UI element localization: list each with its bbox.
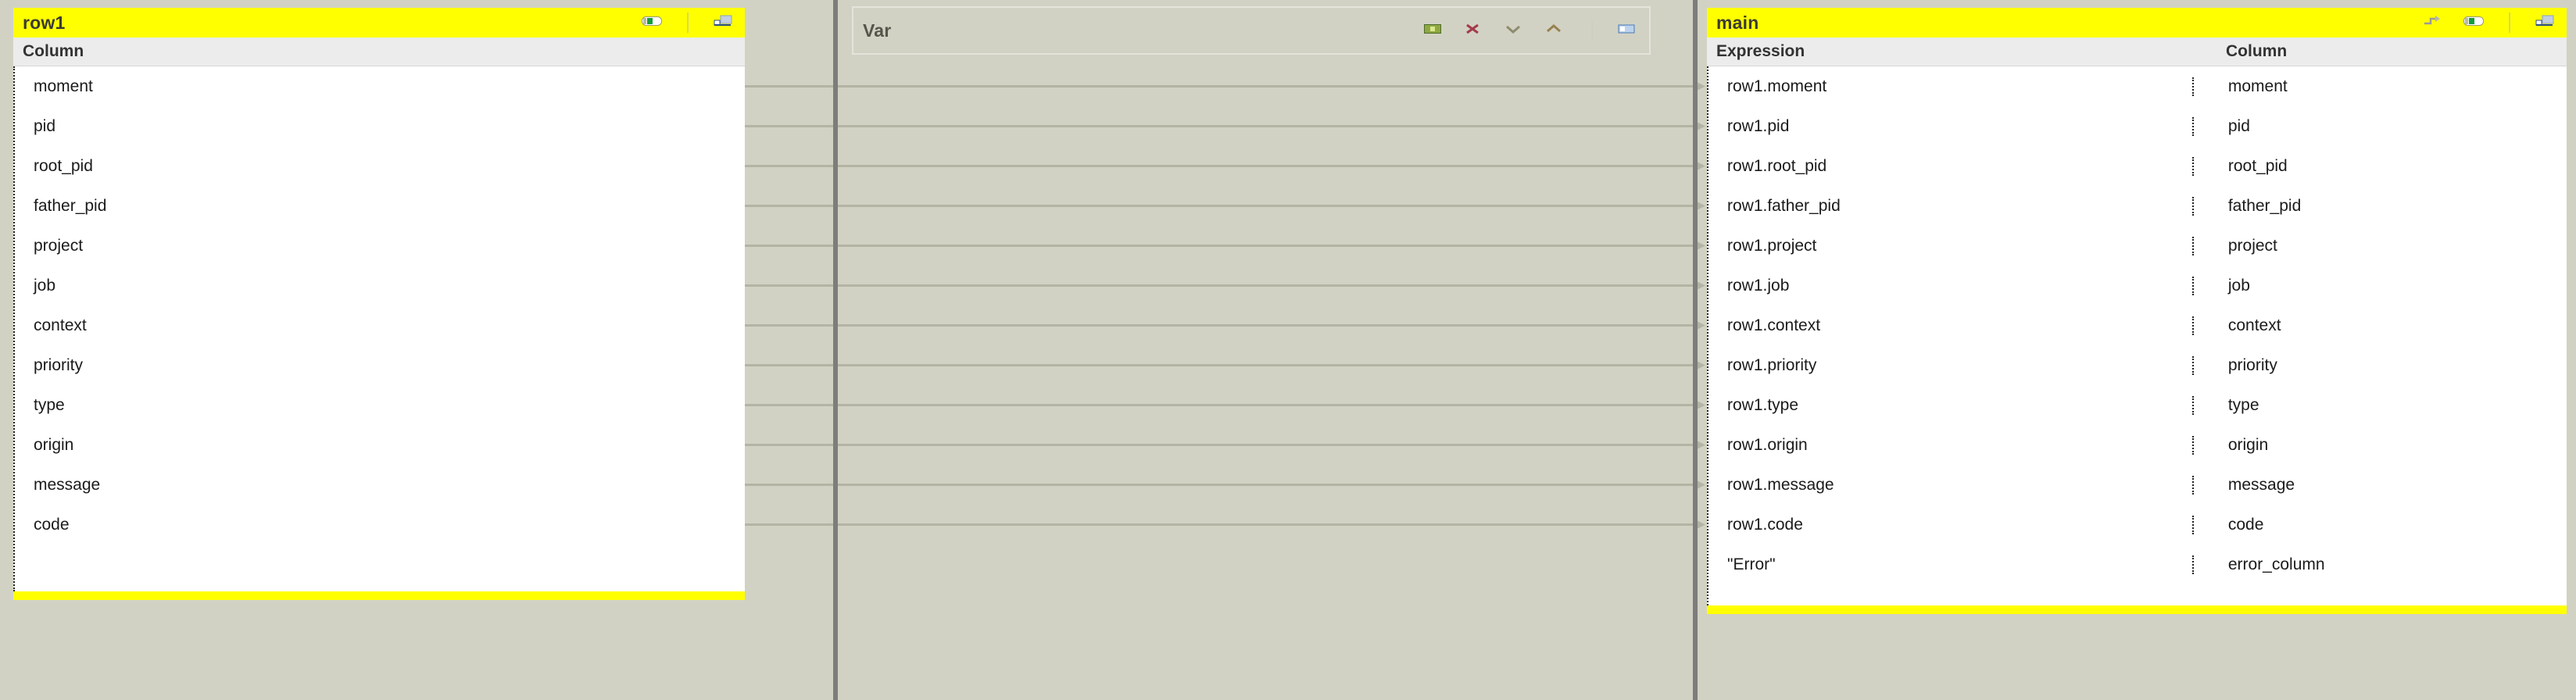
cell-column: context [2191, 316, 2567, 335]
cell-column: message [2191, 475, 2567, 495]
table-row[interactable]: "Error" error_column [1708, 545, 2567, 584]
cell-column: job [34, 276, 56, 295]
panel-header-var[interactable]: Var [853, 8, 1649, 53]
cell-expression[interactable]: row1.type [1708, 396, 2192, 415]
table-row[interactable]: father_pid [15, 186, 745, 226]
splitter-left[interactable] [833, 0, 838, 700]
cell-column: context [34, 316, 87, 334]
remove-variable-icon[interactable] [1465, 23, 1485, 38]
cell-expression[interactable]: "Error" [1708, 555, 2192, 574]
table-row[interactable]: row1.project project [1708, 226, 2567, 266]
maximize-panel-icon[interactable] [2535, 15, 2556, 30]
cell-column: origin [2191, 435, 2567, 455]
table-row[interactable]: type [15, 385, 745, 425]
column-header-expression: Expression [1716, 42, 1805, 60]
output-table-main: main Expression Column row1.moment momen… [1707, 8, 2567, 655]
cell-column: origin [34, 435, 74, 454]
table-row[interactable]: row1.priority priority [1708, 345, 2567, 385]
table-row[interactable]: row1.code code [1708, 505, 2567, 545]
cell-expression[interactable]: row1.root_pid [1708, 157, 2192, 176]
table-row[interactable]: context [15, 305, 745, 345]
table-row[interactable]: row1.father_pid father_pid [1708, 186, 2567, 226]
panel-toolbar-row1 [642, 12, 734, 33]
cell-expression[interactable]: row1.context [1708, 316, 2192, 335]
cell-column: moment [2191, 77, 2567, 96]
panel-toolbar-var [1424, 20, 1638, 41]
panel-header-row1[interactable]: row1 [13, 8, 745, 38]
panel-header-main[interactable]: main [1707, 8, 2567, 38]
table-body-main: row1.moment moment row1.pid pid row1.root_pi… [1707, 66, 2567, 605]
toggle-minimap-icon[interactable] [2463, 15, 2484, 30]
splitter-right[interactable] [1693, 0, 1698, 700]
toolbar-separator [687, 12, 689, 33]
table-row[interactable]: row1.type type [1708, 385, 2567, 425]
table-row[interactable]: root_pid [15, 146, 745, 186]
cell-expression[interactable]: row1.origin [1708, 436, 2192, 455]
table-row[interactable]: priority [15, 345, 745, 385]
cell-expression[interactable]: row1.code [1708, 516, 2192, 534]
cell-expression[interactable]: row1.pid [1708, 117, 2192, 136]
cell-column: message [34, 475, 101, 494]
panel-title-var: Var [863, 20, 892, 41]
toolbar-separator [2509, 12, 2510, 33]
cell-column: job [2191, 276, 2567, 295]
toggle-minimap-icon[interactable] [642, 15, 662, 30]
cell-column: project [2191, 236, 2567, 255]
table-body-row1: moment pid root_pid father_pidproject job con… [13, 66, 745, 591]
cell-column: priority [34, 355, 84, 374]
table-row[interactable]: pid [15, 106, 745, 146]
cell-column: code [34, 515, 70, 534]
panel-toolbar-main [2423, 12, 2556, 33]
table-row[interactable]: row1.context context [1708, 305, 2567, 345]
toolbar-separator [1591, 20, 1593, 41]
cell-column: code [2191, 515, 2567, 534]
table-row[interactable]: message [15, 465, 745, 505]
maximize-panel-icon[interactable] [714, 15, 734, 30]
move-up-icon[interactable] [1546, 23, 1566, 38]
cell-column: father_pid [34, 196, 107, 215]
column-header-column: Column [23, 42, 84, 60]
cell-column: priority [2191, 355, 2567, 375]
cell-expression[interactable]: row1.project [1708, 237, 2192, 255]
cell-column: type [2191, 395, 2567, 415]
add-variable-icon[interactable] [1424, 23, 1444, 38]
input-table-row1: row1 Column moment pid root_pid father_p… [13, 8, 745, 639]
cell-expression[interactable]: row1.priority [1708, 356, 2192, 375]
table-row[interactable]: row1.moment moment [1708, 66, 2567, 106]
panel-title-row1: row1 [23, 12, 66, 33]
auto-map-icon[interactable] [2423, 15, 2443, 30]
table-header-main: Expression Column [1707, 38, 2567, 66]
cell-expression[interactable]: row1.message [1708, 476, 2192, 495]
table-row[interactable]: row1.origin origin [1708, 425, 2567, 465]
column-header-column: Column [2226, 42, 2288, 60]
table-row[interactable]: row1.root_pid root_pid [1708, 146, 2567, 186]
maximize-panel-icon[interactable] [1618, 23, 1638, 38]
table-row[interactable]: code [15, 505, 745, 545]
panel-footer-row1 [13, 591, 745, 600]
cell-column: type [34, 395, 65, 414]
cell-column: root_pid [2191, 156, 2567, 176]
cell-expression[interactable]: row1.moment [1708, 77, 2192, 96]
cell-expression[interactable]: row1.job [1708, 277, 2192, 295]
table-header-row1: Column [13, 38, 745, 66]
table-row[interactable]: project [15, 226, 745, 266]
cell-column: pid [34, 116, 56, 135]
cell-column: root_pid [34, 156, 93, 175]
cell-column: project [34, 236, 84, 255]
cell-column: moment [34, 77, 93, 95]
move-down-icon[interactable] [1505, 23, 1526, 38]
table-row[interactable]: row1.pid pid [1708, 106, 2567, 146]
panel-title-main: main [1716, 12, 1759, 33]
cell-expression[interactable]: row1.father_pid [1708, 197, 2192, 216]
panel-footer-main [1707, 605, 2567, 614]
table-row[interactable]: job [15, 266, 745, 305]
table-row[interactable]: row1.job job [1708, 266, 2567, 305]
cell-column: pid [2191, 116, 2567, 136]
table-row[interactable]: moment [15, 66, 745, 106]
table-row[interactable]: origin [15, 425, 745, 465]
table-row[interactable]: row1.message message [1708, 465, 2567, 505]
cell-column: father_pid [2191, 196, 2567, 216]
var-panel: Var [852, 6, 1651, 55]
cell-column: error_column [2191, 555, 2567, 574]
